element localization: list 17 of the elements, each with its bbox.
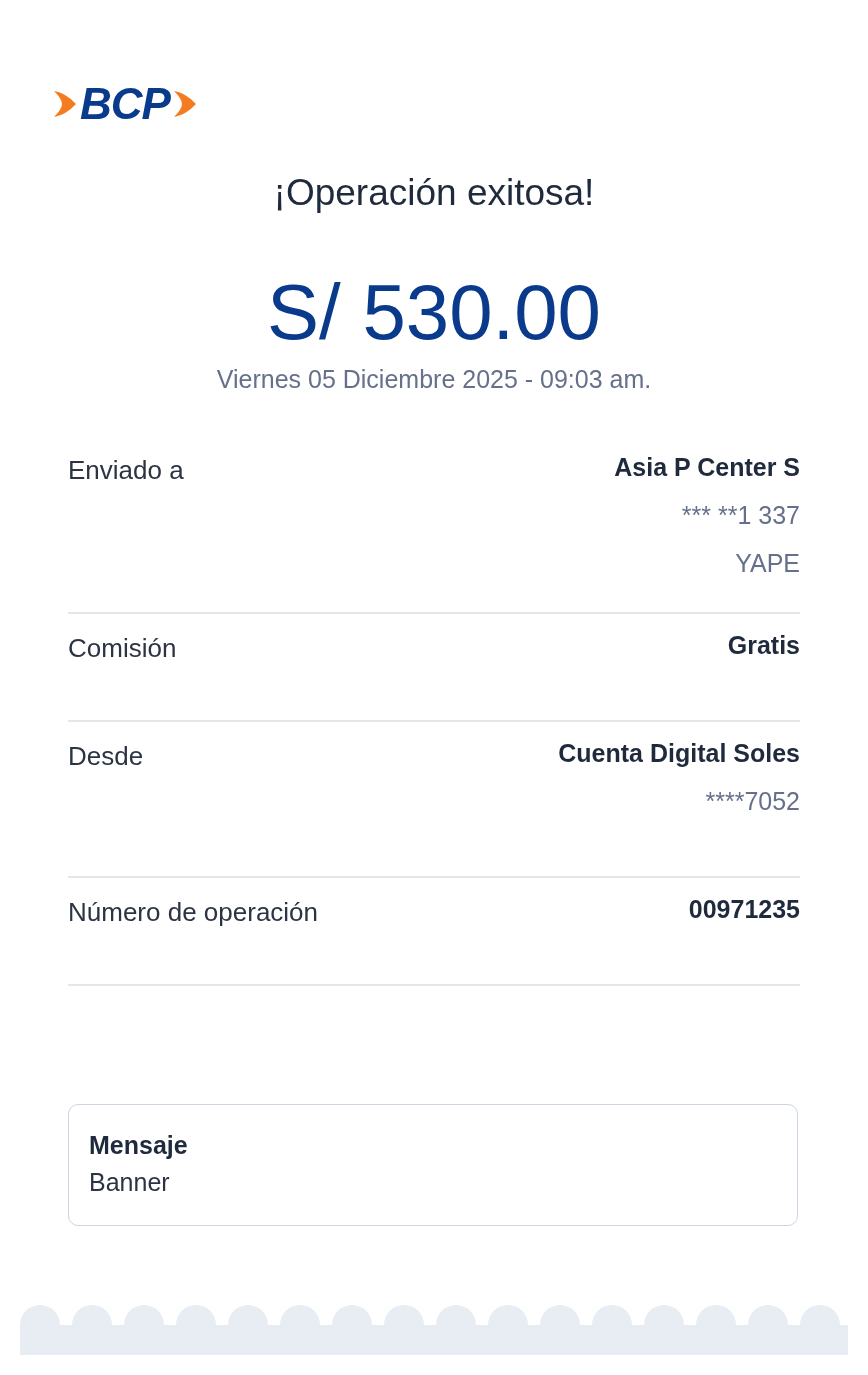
detail-value: Cuenta Digital Soles xyxy=(558,738,800,769)
amount: S/ 530.00 xyxy=(266,270,602,354)
detail-label: Comisión xyxy=(68,633,177,665)
detail-value: Asia P Center S xyxy=(614,452,800,483)
date-time: Viernes 05 Diciembre 2025 - 09:03 am. xyxy=(215,365,653,394)
message-title: Mensaje xyxy=(89,1131,189,1160)
message-text: Banner xyxy=(89,1168,171,1197)
detail-value: Gratis xyxy=(727,630,800,661)
detail-label: Enviado a xyxy=(68,455,184,487)
logo-text: BCP xyxy=(80,84,170,124)
detail-value: 00971235 xyxy=(688,894,800,925)
detail-label: Desde xyxy=(68,741,144,773)
detail-value: YAPE xyxy=(735,548,800,579)
detail-label: Número de operación xyxy=(68,897,319,929)
success-title: ¡Operación exitosa! xyxy=(272,172,596,214)
detail-value: *** **1 337 xyxy=(681,500,800,531)
detail-value: ****7052 xyxy=(705,786,800,817)
